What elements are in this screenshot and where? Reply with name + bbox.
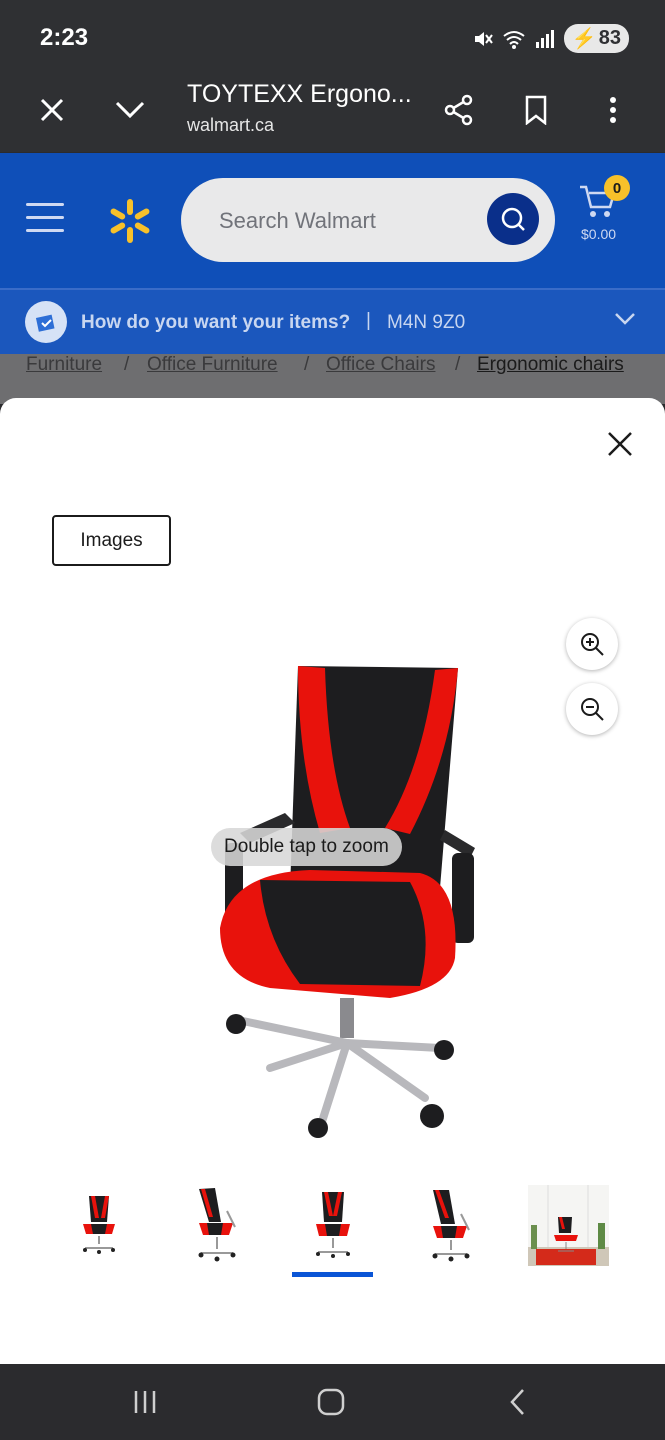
zoom-out-icon — [581, 698, 604, 721]
close-tab-button[interactable] — [30, 88, 74, 132]
status-time: 2:23 — [40, 24, 89, 51]
cart-total: $0.00 — [581, 226, 617, 242]
zoom-in-icon — [581, 633, 604, 656]
wifi-icon — [503, 30, 525, 49]
battery-indicator: ⚡ 83 — [563, 24, 629, 53]
selected-thumbnail-indicator — [292, 1272, 373, 1277]
breadcrumb-separator: / — [455, 354, 461, 375]
zoom-hint-tooltip: Double tap to zoom — [211, 828, 402, 866]
cart-count-badge: 0 — [604, 175, 630, 201]
image-viewer-modal: Images Double tap to zoom — [0, 398, 665, 1364]
page-url: walmart.ca — [187, 115, 275, 135]
chair-thumbnail — [83, 1196, 115, 1254]
search-icon — [501, 207, 525, 231]
search-button[interactable] — [487, 193, 539, 245]
close-icon — [608, 432, 632, 456]
postal-code: M4N 9Z0 — [387, 312, 466, 333]
breadcrumb-separator: / — [304, 354, 310, 375]
battery-charging-icon: ⚡ — [571, 28, 597, 50]
walmart-header: Search Walmart 0 $0.00 — [0, 153, 665, 288]
thumbnail-strip — [0, 1178, 665, 1288]
share-button[interactable] — [437, 88, 481, 132]
breadcrumb-item[interactable]: Office Chairs — [326, 354, 435, 376]
mute-icon — [474, 31, 493, 46]
menu-icon-line — [26, 203, 64, 206]
bookmark-icon — [525, 95, 547, 125]
package-icon — [35, 314, 55, 332]
cart-button[interactable]: 0 $0.00 — [576, 175, 636, 251]
status-bar: 2:23 ⚡ 83 — [0, 0, 665, 72]
more-vert-icon — [610, 97, 616, 123]
share-icon — [444, 94, 473, 126]
back-icon — [510, 1389, 524, 1415]
recent-apps-icon — [134, 1391, 156, 1413]
browser-toolbar: TOYTEXX Ergono... walmart.ca — [0, 72, 665, 152]
menu-button[interactable] — [26, 203, 64, 237]
home-icon — [317, 1388, 345, 1416]
status-icons: ⚡ 83 — [472, 24, 629, 53]
delivery-separator: | — [366, 310, 371, 331]
breadcrumb: Furniture / Office Furniture / Office Ch… — [0, 354, 665, 404]
breadcrumb-separator: / — [124, 354, 130, 375]
back-button[interactable] — [498, 1384, 538, 1420]
bookmark-button[interactable] — [514, 88, 558, 132]
thumbnail-5[interactable] — [527, 1184, 609, 1266]
chevron-down-icon — [615, 313, 635, 325]
zoom-out-button[interactable] — [566, 683, 618, 735]
home-button[interactable] — [311, 1384, 351, 1420]
menu-icon-line — [26, 216, 64, 219]
delivery-question: How do you want your items? — [81, 312, 351, 333]
product-image-main[interactable] — [200, 658, 490, 1138]
minimize-button[interactable] — [108, 88, 152, 132]
signal-icon — [535, 29, 554, 48]
more-options-button[interactable] — [591, 88, 635, 132]
chair-thumbnail — [432, 1190, 470, 1262]
thumbnail-1[interactable] — [58, 1184, 140, 1266]
search-input[interactable]: Search Walmart — [181, 178, 555, 262]
page-title: TOYTEXX Ergono... — [187, 80, 412, 108]
thumbnail-2[interactable] — [175, 1184, 257, 1266]
delivery-selector[interactable]: How do you want your items? | M4N 9Z0 — [0, 288, 665, 354]
chevron-down-icon — [115, 101, 145, 119]
breadcrumb-item[interactable]: Office Furniture — [147, 354, 278, 376]
close-viewer-button[interactable] — [602, 426, 638, 462]
recent-apps-button[interactable] — [125, 1384, 165, 1420]
thumbnail-3-selected[interactable] — [292, 1184, 374, 1266]
delivery-icon — [25, 301, 67, 343]
system-navigation-bar — [0, 1364, 665, 1440]
chair-thumbnail — [198, 1188, 236, 1262]
chair-thumbnail — [316, 1192, 350, 1258]
menu-icon-line — [26, 229, 64, 232]
room-scene-thumbnail — [527, 1184, 609, 1266]
breadcrumb-item-current[interactable]: Ergonomic chairs — [477, 354, 624, 376]
breadcrumb-item[interactable]: Furniture — [26, 354, 102, 376]
walmart-spark-logo[interactable] — [106, 197, 154, 245]
search-placeholder: Search Walmart — [219, 208, 376, 233]
battery-level: 83 — [598, 27, 621, 49]
close-icon — [40, 98, 64, 122]
images-tab[interactable]: Images — [52, 515, 171, 566]
zoom-in-button[interactable] — [566, 618, 618, 670]
thumbnail-4[interactable] — [410, 1184, 492, 1266]
